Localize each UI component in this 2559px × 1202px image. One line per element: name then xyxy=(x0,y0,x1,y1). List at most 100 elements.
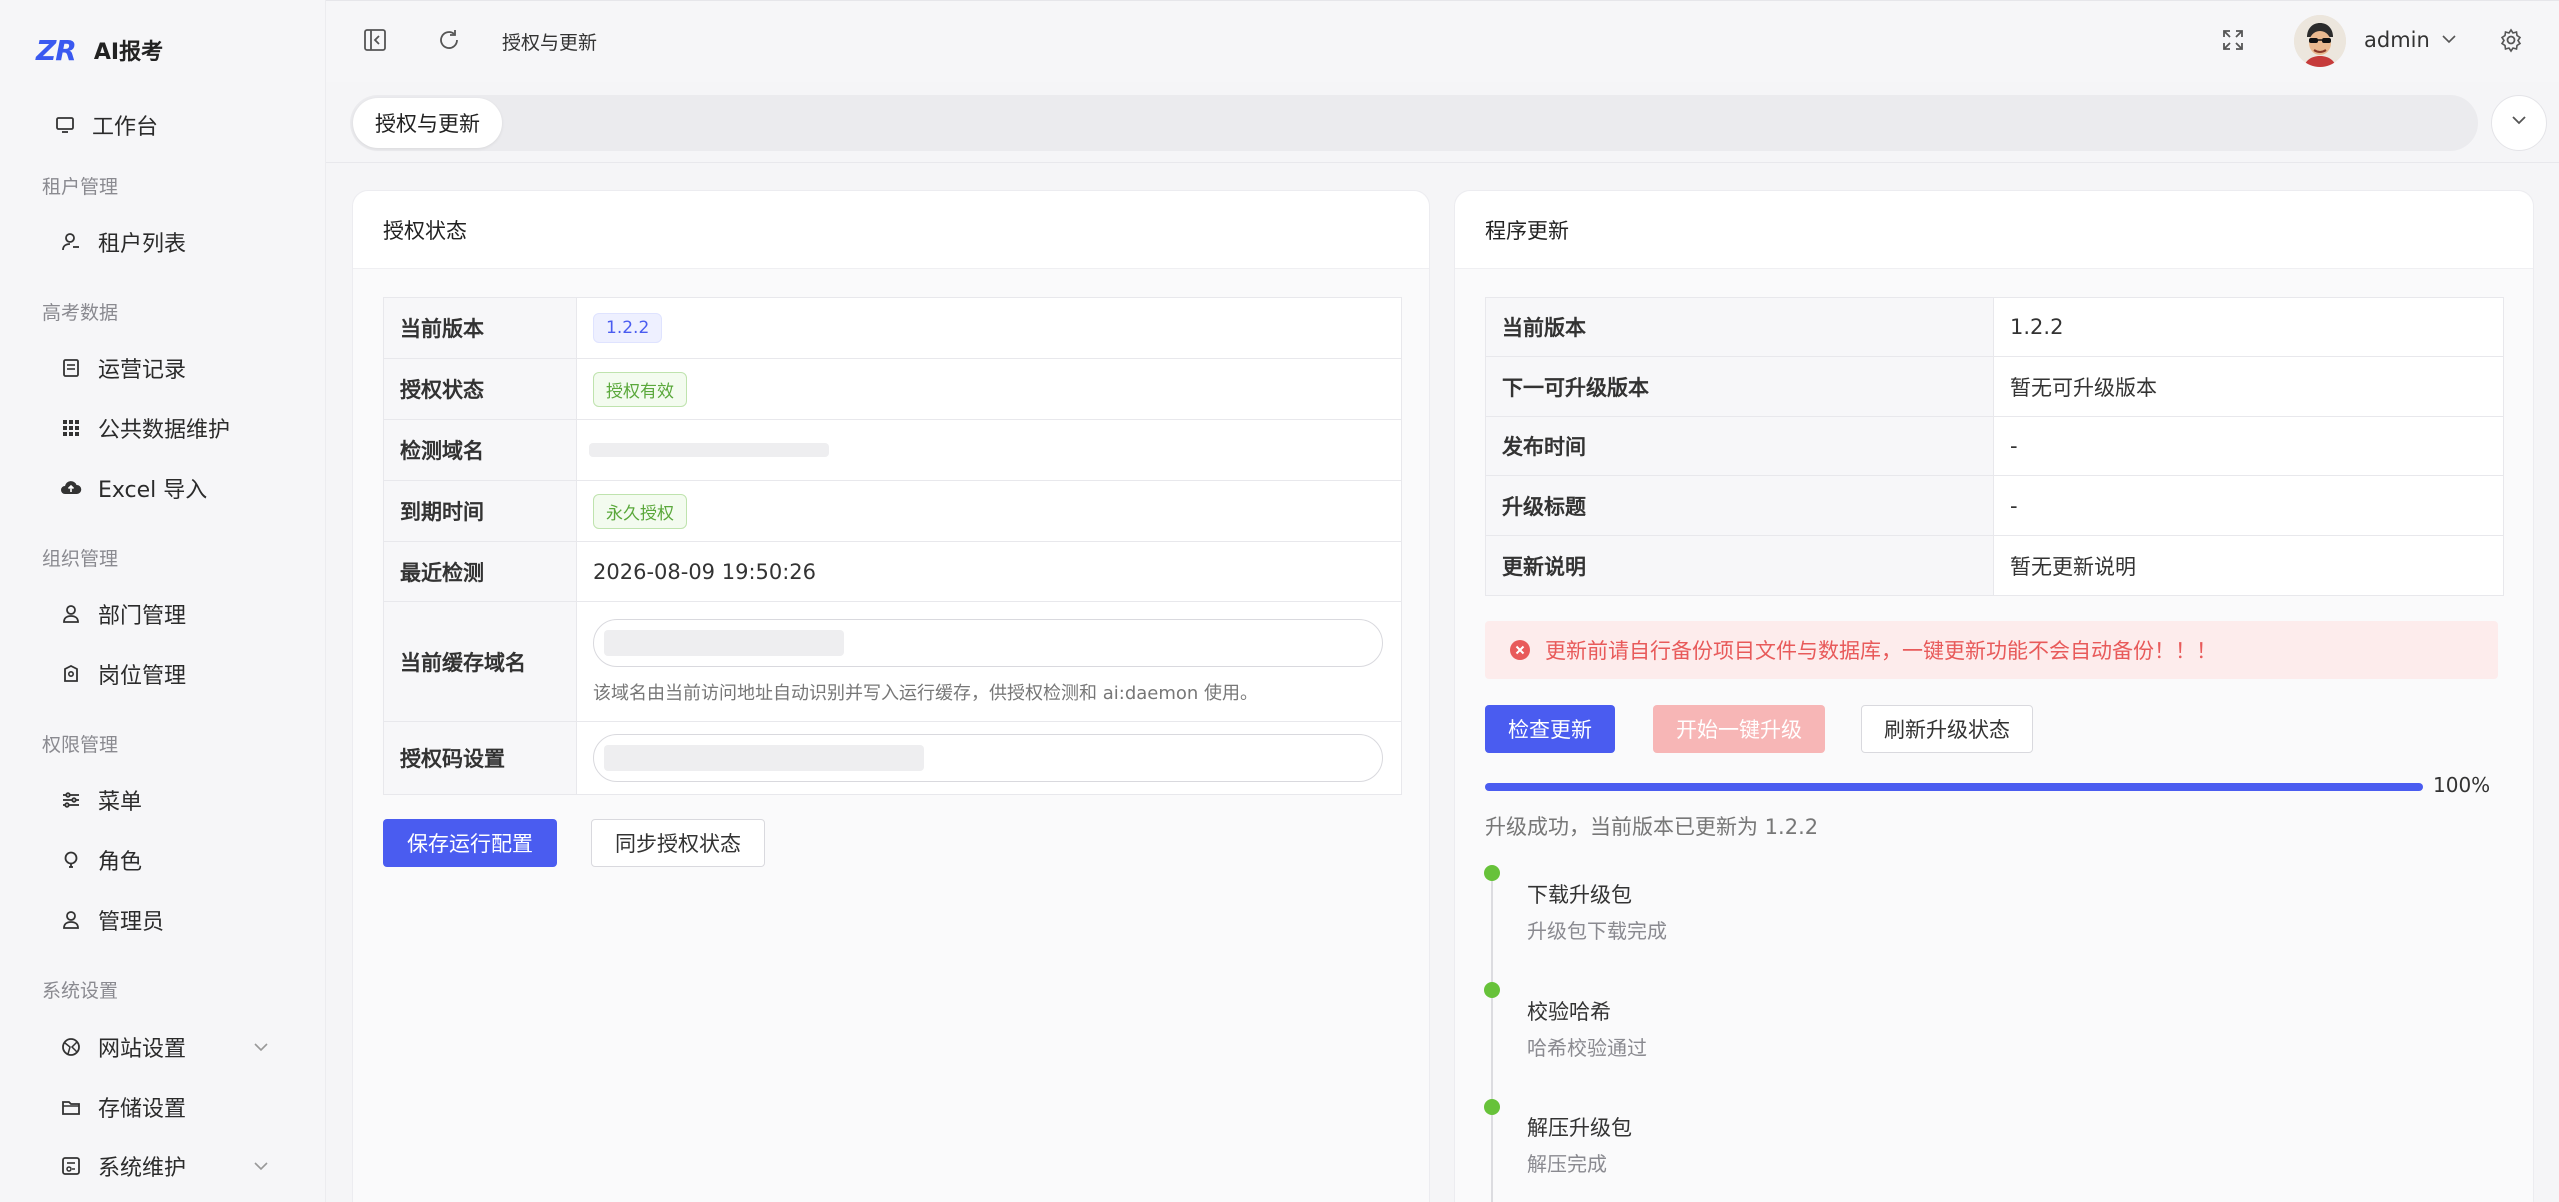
row-label: 发布时间 xyxy=(1486,417,1994,475)
cache-domain-input[interactable] xyxy=(593,618,1383,667)
version-tag: 1.2.2 xyxy=(593,313,663,343)
fullscreen-icon[interactable] xyxy=(2220,27,2250,57)
chevron-down-icon[interactable] xyxy=(250,1154,272,1176)
sidebar-item-label: 角色 xyxy=(98,850,143,875)
one-click-upgrade-button[interactable]: 开始一键升级 xyxy=(1653,705,1825,753)
backup-warning-alert: 更新前请自行备份项目文件与数据库，一键更新功能不会自动备份！！！ xyxy=(1485,621,2498,679)
table-row: 升级标题 - xyxy=(1486,476,2503,536)
user-list-icon xyxy=(60,231,82,253)
table-row: 发布时间 - xyxy=(1486,417,2503,476)
chevron-down-icon[interactable] xyxy=(2438,28,2468,58)
sidebar-item-system-maintenance[interactable]: 系统维护 xyxy=(60,1146,280,1186)
table-row: 检测域名 xyxy=(384,420,1401,481)
sidebar-item-workbench[interactable]: 工作台 xyxy=(54,105,274,145)
sliders-icon xyxy=(60,789,82,811)
app-name: AI报考 xyxy=(93,40,164,65)
save-config-button[interactable]: 保存运行配置 xyxy=(383,819,557,867)
gear-icon[interactable] xyxy=(2498,27,2528,57)
error-circle-icon xyxy=(1509,639,1531,661)
menu-group-title: 租户管理 xyxy=(42,176,119,198)
topbar: 授权与更新 admin xyxy=(326,0,2559,82)
row-value: 1.2.2 xyxy=(2010,315,2064,339)
expire-badge: 永久授权 xyxy=(593,493,687,529)
monitor-icon xyxy=(54,114,76,136)
check-update-button[interactable]: 检查更新 xyxy=(1485,705,1615,753)
row-label: 更新说明 xyxy=(1486,536,1994,595)
row-label: 最近检测 xyxy=(384,542,577,601)
sidebar-item-label: 运营记录 xyxy=(98,358,187,383)
sidebar-item-roles[interactable]: 角色 xyxy=(60,840,280,880)
timeline-step-desc: 解压完成 xyxy=(1527,1152,1607,1176)
upgrade-status-text: 升级成功，当前版本已更新为 1.2.2 xyxy=(1485,815,1819,839)
alert-text: 更新前请自行备份项目文件与数据库，一键更新功能不会自动备份！！！ xyxy=(1545,639,2217,663)
progress-percent: 100% xyxy=(2433,773,2491,797)
sidebar-item-excel-import[interactable]: Excel 导入 xyxy=(60,468,280,508)
sync-license-button[interactable]: 同步授权状态 xyxy=(591,819,765,867)
row-value: 1.2.2 xyxy=(577,298,663,358)
license-card: 授权状态 当前版本 1.2.2 授权状态 授权有效 检测域名 到期时间 永久授权 xyxy=(352,190,1430,1202)
card-title: 程序更新 xyxy=(1455,191,2533,269)
refresh-icon[interactable] xyxy=(436,27,466,57)
table-row: 下一可升级版本 暂无可升级版本 xyxy=(1486,357,2503,417)
sidebar-item-site-settings[interactable]: 网站设置 xyxy=(60,1027,280,1067)
license-code-input[interactable] xyxy=(593,734,1383,782)
sidebar-item-public-data[interactable]: 公共数据维护 xyxy=(60,408,280,448)
table-row: 授权状态 授权有效 xyxy=(384,359,1401,420)
table-row: 最近检测 2026-08-09 19:50:26 xyxy=(384,542,1401,602)
row-label: 当前版本 xyxy=(1486,298,1994,356)
sidebar-item-label: 存储设置 xyxy=(98,1097,187,1122)
row-value: 永久授权 xyxy=(577,481,687,541)
sidebar-item-operation-records[interactable]: 运营记录 xyxy=(60,348,280,388)
menu-group-title: 系统设置 xyxy=(42,980,119,1002)
sidebar-item-label: 管理员 xyxy=(98,910,165,935)
header-divider xyxy=(326,162,2559,163)
table-row: 当前缓存域名 该域名由当前访问地址自动识别并写入运行缓存，供授权检测和 ai:d… xyxy=(384,602,1401,722)
redacted-domain xyxy=(589,443,829,457)
row-value: 暂无可升级版本 xyxy=(2010,375,2157,400)
table-row: 到期时间 永久授权 xyxy=(384,481,1401,542)
sidebar-item-positions[interactable]: 岗位管理 xyxy=(60,654,280,694)
timeline-line xyxy=(1491,871,1493,1202)
timeline-step-title: 校验哈希 xyxy=(1527,1000,1611,1024)
row-label: 检测域名 xyxy=(384,420,577,480)
tab-license-update[interactable]: 授权与更新 xyxy=(353,98,502,148)
refresh-upgrade-status-button[interactable]: 刷新升级状态 xyxy=(1861,705,2033,753)
sidebar-item-label: 岗位管理 xyxy=(98,664,187,689)
sidebar-item-departments[interactable]: 部门管理 xyxy=(60,594,280,634)
document-icon xyxy=(60,357,82,379)
sidebar-item-admins[interactable]: 管理员 xyxy=(60,900,280,940)
grid-icon xyxy=(60,417,82,439)
bulb-icon xyxy=(60,849,82,871)
user-icon xyxy=(60,909,82,931)
row-label: 到期时间 xyxy=(384,481,577,541)
license-info-table: 当前版本 1.2.2 授权状态 授权有效 检测域名 到期时间 永久授权 最近检测 xyxy=(383,297,1402,795)
table-row: 授权码设置 xyxy=(384,722,1401,794)
timeline-dot xyxy=(1484,982,1500,998)
timeline-step-title: 解压升级包 xyxy=(1527,1116,1632,1140)
row-value xyxy=(577,722,1399,794)
row-value: 暂无更新说明 xyxy=(2010,554,2136,579)
row-label: 授权码设置 xyxy=(384,722,577,794)
row-value: - xyxy=(2010,493,2018,518)
user-name[interactable]: admin xyxy=(2364,28,2430,52)
sidebar-item-label: 系统维护 xyxy=(98,1156,187,1181)
collapse-sidebar-icon[interactable] xyxy=(362,27,392,57)
table-row: 更新说明 暂无更新说明 xyxy=(1486,536,2503,595)
row-value: - xyxy=(2010,434,2018,458)
update-card: 程序更新 当前版本 1.2.2 下一可升级版本 暂无可升级版本 发布时间 - 升… xyxy=(1454,190,2534,1202)
timeline-step-desc: 哈希校验通过 xyxy=(1527,1036,1647,1060)
redacted-value xyxy=(604,745,924,771)
timeline-dot xyxy=(1484,865,1500,881)
avatar[interactable] xyxy=(2294,15,2346,67)
tab-more-button[interactable] xyxy=(2491,95,2547,151)
chevron-down-icon xyxy=(2507,108,2531,138)
sidebar-item-storage-settings[interactable]: 存储设置 xyxy=(60,1087,280,1127)
timeline-step-title: 下载升级包 xyxy=(1527,883,1632,907)
sidebar-item-tenant-list[interactable]: 租户列表 xyxy=(60,222,280,262)
sidebar-item-menus[interactable]: 菜单 xyxy=(60,780,280,820)
menu-group-title: 组织管理 xyxy=(42,548,119,570)
row-label: 当前版本 xyxy=(384,298,577,358)
chevron-down-icon[interactable] xyxy=(250,1035,272,1057)
logo[interactable]: ZR AI报考 xyxy=(36,30,163,70)
breadcrumb[interactable]: 授权与更新 xyxy=(502,28,597,55)
